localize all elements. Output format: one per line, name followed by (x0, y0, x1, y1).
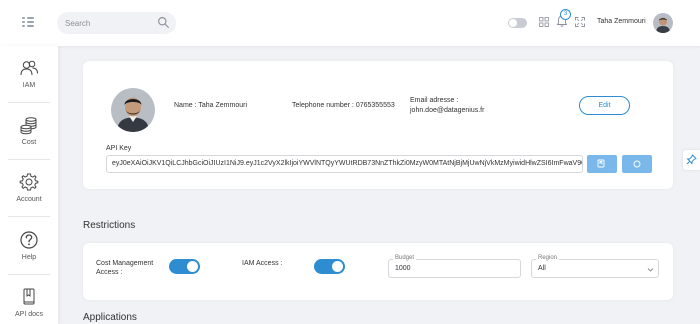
sidebar-item-account[interactable]: Account (0, 168, 58, 214)
edit-button[interactable]: Edit (579, 96, 630, 115)
search-input[interactable] (65, 16, 153, 30)
sidebar-item-label: API docs (14, 311, 43, 318)
iam-access-switch[interactable] (314, 259, 345, 274)
profile-email: john.doe@datagenius.fr (410, 107, 485, 114)
refresh-icon (633, 160, 641, 168)
divider (8, 216, 50, 217)
api-key-field[interactable]: eyJ0eXAiOiJKV1QiLCJhbGciOiJIUzI1NiJ9.eyJ… (106, 155, 583, 173)
copy-api-key-button[interactable] (587, 155, 617, 173)
users-icon (20, 60, 38, 76)
cost-management-label: Cost Management Access : (96, 260, 154, 276)
region-label: Region (536, 255, 560, 261)
region-select[interactable]: Region All (531, 255, 659, 278)
fullscreen-icon[interactable] (575, 17, 585, 27)
notification-badge: 3 (560, 9, 571, 20)
profile-name: Name : Taha Zemmouri (174, 102, 248, 109)
budget-field[interactable]: Budget 1000 (388, 255, 521, 278)
applications-title: Applications (83, 312, 137, 323)
refresh-api-key-button[interactable] (622, 155, 652, 173)
region-value: All (538, 265, 546, 272)
side-tool-button[interactable] (683, 150, 700, 170)
docs-icon (23, 288, 35, 305)
sidebar-item-label: Help (21, 254, 37, 261)
theme-toggle[interactable] (508, 18, 527, 28)
profile-card: Name : Taha Zemmouri Telephone number : … (83, 61, 673, 189)
avatar[interactable] (653, 13, 673, 33)
sidebar-item-label: Cost (21, 139, 37, 146)
sidebar-item-iam[interactable]: IAM (0, 54, 58, 100)
budget-value: 1000 (395, 265, 411, 272)
user-name[interactable]: Taha Zemmouri (597, 18, 646, 25)
cost-management-switch[interactable] (169, 259, 200, 274)
help-icon (20, 231, 38, 249)
top-bar: 3 Taha Zemmouri (0, 0, 700, 46)
sidebar-item-cost[interactable]: Cost (0, 111, 58, 157)
sidebar-item-help[interactable]: Help (0, 226, 58, 272)
profile-photo (111, 88, 155, 132)
divider (8, 159, 50, 160)
gear-icon (19, 173, 39, 191)
restrictions-title: Restrictions (83, 220, 136, 231)
api-key-label: API Key (106, 145, 132, 152)
profile-telephone: Telephone number : 0765355553 (292, 102, 395, 109)
iam-access-label: IAM Access : (242, 260, 283, 267)
coins-icon (20, 117, 37, 135)
sidebar-item-api-docs[interactable]: API docs (0, 283, 58, 324)
apps-grid-icon[interactable] (539, 17, 549, 27)
search-icon[interactable] (157, 16, 170, 29)
divider (8, 274, 50, 275)
email-label: Email adresse : (410, 97, 459, 104)
divider (8, 102, 50, 103)
pin-icon (686, 154, 697, 165)
budget-label: Budget (393, 255, 417, 261)
menu-toggle-icon[interactable] (22, 17, 34, 27)
chevron-down-icon (647, 268, 654, 272)
sidebar-item-label: Account (16, 196, 42, 203)
copy-icon (597, 159, 605, 168)
search-box (57, 12, 176, 34)
sidebar: IAM Cost Account Help API docs (0, 46, 58, 324)
restrictions-card: Cost Management Access : IAM Access : Bu… (83, 243, 673, 300)
sidebar-item-label: IAM (22, 82, 36, 89)
